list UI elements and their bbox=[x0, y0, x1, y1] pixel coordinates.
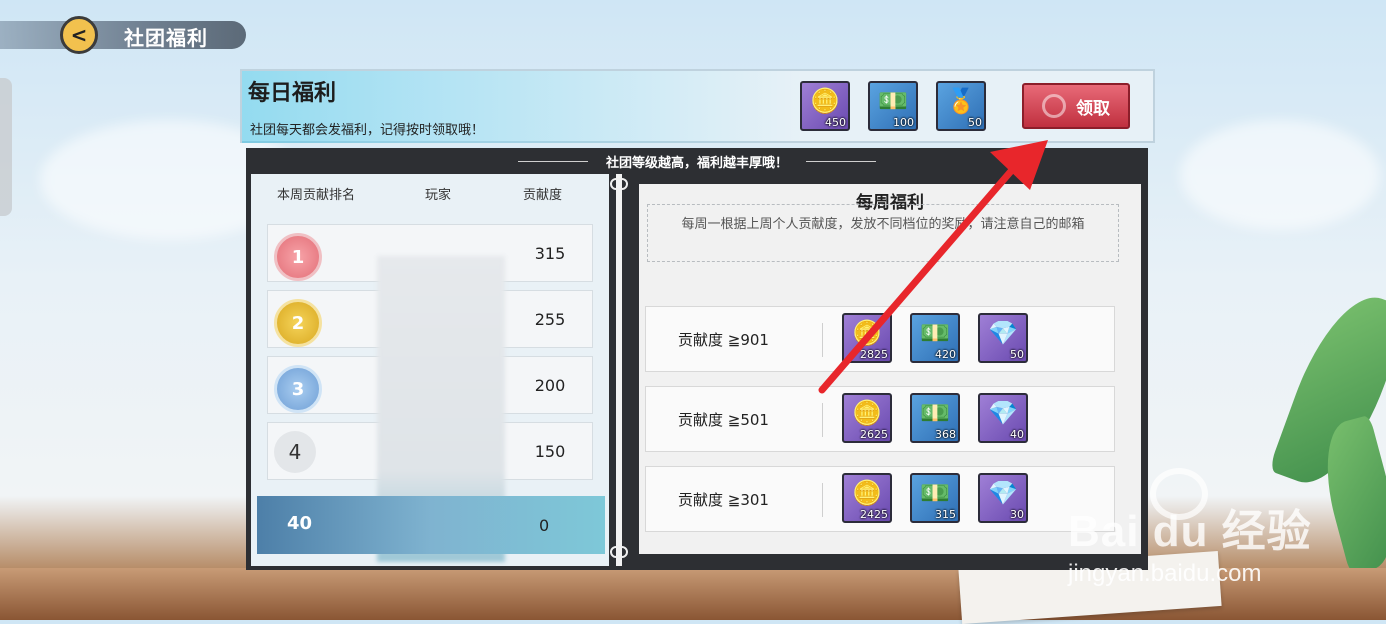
reward-quantity: 315 bbox=[935, 508, 956, 521]
contribution-column-header: 贡献度 bbox=[523, 188, 563, 203]
daily-reward-item[interactable]: 🪙 450 bbox=[800, 81, 850, 131]
my-contribution-score: 0 bbox=[539, 516, 550, 535]
reward-quantity: 420 bbox=[935, 348, 956, 361]
watermark-url: jingyan.baidu.com bbox=[1068, 560, 1262, 587]
claim-button[interactable]: 领取 bbox=[1022, 83, 1130, 129]
cash-stack-icon: 💵 bbox=[920, 319, 950, 347]
reward-quantity: 450 bbox=[825, 116, 846, 129]
reward-quantity: 100 bbox=[893, 116, 914, 129]
back-button[interactable]: < bbox=[60, 16, 98, 54]
cash-stack-icon: 💵 bbox=[920, 399, 950, 427]
background-cloud bbox=[1180, 120, 1380, 230]
reward-quantity: 2625 bbox=[860, 428, 888, 441]
welfare-book-frame: 社团等级越高，福利越丰厚哦！ 本周贡献排名 玩家 贡献度 1 315 2 255… bbox=[246, 148, 1148, 570]
contribution-score: 200 bbox=[534, 376, 566, 395]
cash-stack-icon: 💵 bbox=[920, 479, 950, 507]
back-arrow-icon: < bbox=[70, 23, 88, 47]
tier-reward-item[interactable]: 💵 315 bbox=[910, 473, 960, 523]
tier-reward-item[interactable]: 💵 420 bbox=[910, 313, 960, 363]
player-column-header: 玩家 bbox=[425, 188, 452, 203]
reward-tier-row: 贡献度 ≧901 🪙 2825 💵 420 💎 50 bbox=[645, 306, 1115, 372]
tier-reward-item[interactable]: 🪙 2425 bbox=[842, 473, 892, 523]
side-drawer-handle[interactable] bbox=[0, 78, 12, 216]
rank-3-badge-icon: 3 bbox=[274, 365, 322, 413]
reward-quantity: 368 bbox=[935, 428, 956, 441]
tier-reward-item[interactable]: 💵 368 bbox=[910, 393, 960, 443]
divider bbox=[822, 403, 823, 437]
reward-quantity: 2425 bbox=[860, 508, 888, 521]
ring-binder-icon bbox=[610, 178, 628, 190]
tier-reward-item[interactable]: 💎 50 bbox=[978, 313, 1028, 363]
tier-threshold-label: 贡献度 ≧301 bbox=[678, 491, 769, 509]
contribution-score: 150 bbox=[534, 442, 566, 461]
level-banner: 社团等级越高，福利越丰厚哦！ bbox=[246, 148, 1148, 174]
page-title: 社团福利 bbox=[124, 26, 208, 50]
watermark-logo: Bai du 经验 bbox=[1068, 507, 1312, 556]
diamond-icon: 💎 bbox=[988, 399, 1018, 427]
contribution-score: 255 bbox=[534, 310, 566, 329]
divider bbox=[822, 323, 823, 357]
silver-coins-icon: 🪙 bbox=[810, 87, 840, 115]
rank-column-header: 本周贡献排名 bbox=[277, 188, 356, 203]
rank-2-badge-icon: 2 bbox=[274, 299, 322, 347]
tier-threshold-label: 贡献度 ≧501 bbox=[678, 411, 769, 429]
ring-icon bbox=[1042, 94, 1066, 118]
ring-binder-icon bbox=[610, 546, 628, 558]
tier-reward-item[interactable]: 🪙 2825 bbox=[842, 313, 892, 363]
daily-welfare-panel: 每日福利 社团每天都会发福利，记得按时领取哦！ 🪙 450 💵 100 🏅 50… bbox=[240, 69, 1155, 143]
weekly-welfare-description: 每周一根据上周个人贡献度，发放不同档位的奖励，请注意自己的邮箱 bbox=[647, 204, 1119, 262]
rank-1-badge-icon: 1 bbox=[274, 233, 322, 281]
divider bbox=[822, 483, 823, 517]
my-ranking-row: 40 0 bbox=[257, 496, 605, 554]
title-bar bbox=[0, 21, 246, 49]
daily-reward-item[interactable]: 💵 100 bbox=[868, 81, 918, 131]
reward-quantity: 30 bbox=[1010, 508, 1024, 521]
tier-reward-item[interactable]: 💎 30 bbox=[978, 473, 1028, 523]
medal-icon: 🏅 bbox=[946, 87, 976, 115]
daily-reward-item[interactable]: 🏅 50 bbox=[936, 81, 986, 131]
tier-reward-item[interactable]: 💎 40 bbox=[978, 393, 1028, 443]
reward-quantity: 40 bbox=[1010, 428, 1024, 441]
ranking-panel: 本周贡献排名 玩家 贡献度 1 315 2 255 3 200 4 150 40… bbox=[251, 174, 609, 566]
reward-quantity: 2825 bbox=[860, 348, 888, 361]
contribution-score: 315 bbox=[534, 244, 566, 263]
silver-coins-icon: 🪙 bbox=[852, 319, 882, 347]
diamond-icon: 💎 bbox=[988, 479, 1018, 507]
daily-welfare-description: 社团每天都会发福利，记得按时领取哦！ bbox=[250, 123, 485, 138]
tier-reward-item[interactable]: 🪙 2625 bbox=[842, 393, 892, 443]
book-spine bbox=[616, 174, 622, 566]
silver-coins-icon: 🪙 bbox=[852, 479, 882, 507]
rank-number: 4 bbox=[274, 431, 316, 473]
weekly-welfare-panel: 每周福利 每周一根据上周个人贡献度，发放不同档位的奖励，请注意自己的邮箱 贡献度… bbox=[639, 184, 1141, 554]
cash-stack-icon: 💵 bbox=[878, 87, 908, 115]
diamond-icon: 💎 bbox=[988, 319, 1018, 347]
daily-welfare-title: 每日福利 bbox=[248, 81, 337, 106]
tier-threshold-label: 贡献度 ≧901 bbox=[678, 331, 769, 349]
my-rank-number: 40 bbox=[287, 513, 313, 534]
reward-tier-row: 贡献度 ≧501 🪙 2625 💵 368 💎 40 bbox=[645, 386, 1115, 452]
claim-button-label: 领取 bbox=[1076, 98, 1110, 119]
silver-coins-icon: 🪙 bbox=[852, 399, 882, 427]
level-banner-text: 社团等级越高，福利越丰厚哦！ bbox=[605, 155, 788, 171]
reward-quantity: 50 bbox=[968, 116, 982, 129]
reward-quantity: 50 bbox=[1010, 348, 1024, 361]
reward-tier-row: 贡献度 ≧301 🪙 2425 💵 315 💎 30 bbox=[645, 466, 1115, 532]
